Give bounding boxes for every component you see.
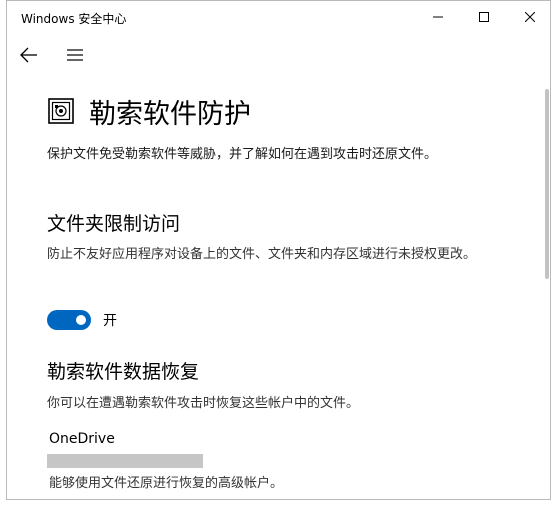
app-title: Windows 安全中心	[21, 12, 127, 26]
data-recovery-title: 勒索软件数据恢复	[47, 361, 200, 383]
maximize-button[interactable]	[461, 1, 507, 33]
page-description: 保护文件免受勒索软件等威胁，并了解如何在遇到攻击时还原文件。	[47, 147, 438, 162]
redacted-account-bar	[47, 454, 203, 468]
minimize-icon	[433, 16, 443, 18]
close-button[interactable]	[507, 1, 550, 33]
page-header: 勒索软件防护	[47, 89, 251, 133]
controlled-folder-access-title: 文件夹限制访问	[47, 213, 181, 235]
toggle-knob	[76, 315, 86, 325]
ransomware-protection-icon	[47, 97, 75, 125]
controlled-folder-access-description: 防止不友好应用程序对设备上的文件、文件夹和内存区域进行未授权更改。	[47, 247, 477, 262]
close-icon	[525, 12, 535, 22]
data-recovery-description: 你可以在遭遇勒索软件攻击时恢复这些帐户中的文件。	[47, 396, 360, 411]
maximize-icon	[479, 12, 489, 22]
minimize-button[interactable]	[415, 1, 461, 33]
menu-button[interactable]	[61, 41, 89, 69]
title-bar: Windows 安全中心	[7, 1, 550, 33]
onedrive-provider-description: 能够使用文件还原进行恢复的高级帐户。	[49, 476, 284, 491]
controlled-folder-access-toggle[interactable]	[47, 310, 91, 330]
app-window: Windows 安全中心 勒索软件防护 保护文件免受勒索软件等威胁，并了解如何在…	[6, 0, 551, 500]
back-button[interactable]	[15, 41, 43, 69]
toggle-state-label: 开	[103, 313, 117, 329]
onedrive-provider-label: OneDrive	[49, 431, 115, 447]
controlled-folder-access-toggle-row: 开	[47, 309, 117, 331]
hamburger-menu-icon	[67, 49, 83, 61]
page-title: 勒索软件防护	[89, 98, 251, 130]
vertical-scrollbar[interactable]	[545, 89, 549, 279]
back-arrow-icon	[20, 47, 37, 63]
